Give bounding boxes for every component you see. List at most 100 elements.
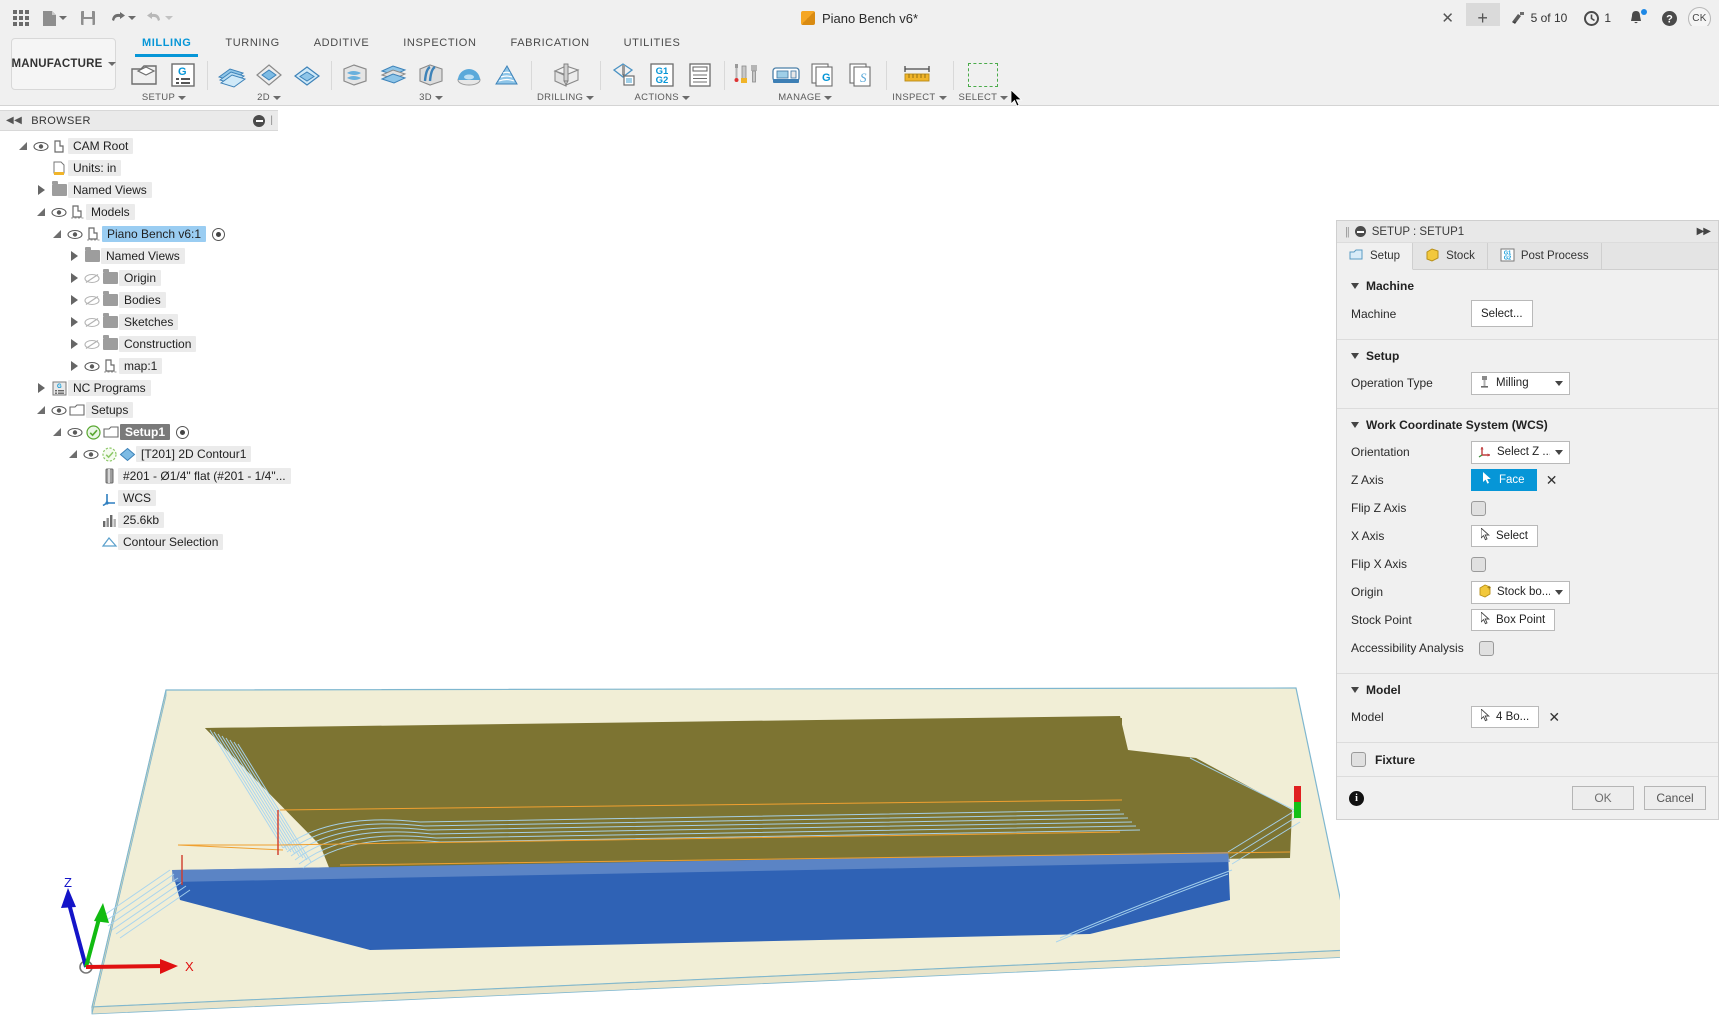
tree-item-size[interactable]: 25.6kb	[0, 509, 278, 531]
panel-label-2d[interactable]: 2D	[257, 92, 281, 103]
machine-library-icon[interactable]	[768, 58, 804, 92]
stock-point-button[interactable]: Box Point	[1471, 609, 1555, 631]
tab-turning[interactable]: TURNING	[208, 32, 296, 54]
tree-label[interactable]: Setups	[86, 402, 133, 418]
twisty-closed-icon[interactable]	[65, 251, 83, 261]
panel-label-drilling[interactable]: DRILLING	[537, 92, 594, 103]
tree-label[interactable]: Piano Bench v6:1	[102, 226, 206, 242]
tree-item-map[interactable]: map:1	[0, 355, 278, 377]
tree-item-named-views[interactable]: Named Views	[0, 179, 278, 201]
tab-utilities[interactable]: UTILITIES	[607, 32, 698, 54]
chevron-down-icon[interactable]	[1351, 687, 1359, 693]
post-library-icon[interactable]: G	[806, 58, 842, 92]
contour-2d-icon[interactable]	[251, 58, 287, 92]
parallel-icon[interactable]	[375, 58, 411, 92]
tree-label[interactable]: Units: in	[68, 160, 121, 176]
visibility-off-icon[interactable]	[83, 295, 101, 306]
twisty-open-icon[interactable]	[32, 208, 50, 216]
chevron-down-icon[interactable]	[435, 96, 443, 100]
drag-grip-icon[interactable]: ||	[1345, 226, 1349, 238]
twisty-open-icon[interactable]	[14, 142, 32, 150]
resize-grip[interactable]: |	[270, 115, 272, 126]
twisty-closed-icon[interactable]	[65, 361, 83, 371]
chevron-down-icon[interactable]	[1351, 422, 1359, 428]
activate-setup-radio[interactable]	[176, 426, 189, 439]
twisty-closed-icon[interactable]	[65, 273, 83, 283]
flip-x-axis-checkbox[interactable]	[1471, 557, 1486, 572]
panel-label-select[interactable]: SELECT	[959, 92, 1009, 103]
chevron-down-icon[interactable]	[1555, 450, 1563, 455]
twisty-open-icon[interactable]	[48, 428, 66, 436]
tab-inspection[interactable]: INSPECTION	[386, 32, 493, 54]
tree-label[interactable]: 25.6kb	[118, 512, 164, 528]
expand-right-icon[interactable]: ▶▶	[1697, 226, 1710, 237]
tree-item-2d-contour1[interactable]: [T201] 2D Contour1	[0, 443, 278, 465]
section-header-machine[interactable]: Machine	[1337, 279, 1718, 299]
face-operation-icon[interactable]	[213, 58, 249, 92]
tree-item-setups[interactable]: Setups	[0, 399, 278, 421]
tree-item-origin[interactable]: Origin	[0, 267, 278, 289]
chevron-down-icon[interactable]	[1555, 381, 1563, 386]
visibility-eye-icon[interactable]	[50, 405, 68, 416]
tree-label[interactable]: WCS	[118, 490, 156, 506]
pocket-2d-icon[interactable]	[289, 58, 325, 92]
chevron-down-icon[interactable]	[824, 96, 832, 100]
chevron-down-icon[interactable]	[273, 96, 281, 100]
chevron-down-icon[interactable]	[1000, 96, 1008, 100]
twisty-closed-icon[interactable]	[65, 295, 83, 305]
post-process-icon[interactable]: G1G2	[644, 58, 680, 92]
tree-label[interactable]: Setup1	[120, 424, 170, 440]
tree-label[interactable]: Construction	[119, 336, 196, 352]
clear-z-axis-icon[interactable]: ✕	[1545, 472, 1559, 489]
twisty-open-icon[interactable]	[64, 450, 82, 458]
visibility-eye-icon[interactable]	[82, 449, 100, 460]
chevron-down-icon[interactable]	[682, 96, 690, 100]
chevron-down-icon[interactable]	[1351, 353, 1359, 359]
simulate-icon[interactable]	[606, 58, 642, 92]
script-library-icon[interactable]: S	[844, 58, 880, 92]
section-header-wcs[interactable]: Work Coordinate System (WCS)	[1337, 418, 1718, 438]
measure-icon[interactable]	[901, 58, 937, 92]
tree-label[interactable]: #201 - Ø1/4" flat (#201 - 1/4"...	[118, 468, 291, 484]
ok-button[interactable]: OK	[1572, 786, 1634, 810]
origin-combo[interactable]: + Stock bo...	[1471, 581, 1570, 604]
tab-additive[interactable]: ADDITIVE	[297, 32, 387, 54]
tab-setup[interactable]: Setup	[1337, 243, 1413, 270]
workspace-switcher[interactable]: MANUFACTURE	[11, 38, 116, 90]
new-nc-program-icon[interactable]: G	[165, 58, 201, 92]
tab-milling[interactable]: MILLING	[125, 32, 208, 54]
tree-item-contour-selection[interactable]: Contour Selection	[0, 531, 278, 553]
panel-label-setup[interactable]: SETUP	[142, 92, 186, 103]
scallop-icon[interactable]	[451, 58, 487, 92]
panel-label-3d[interactable]: 3D	[419, 92, 443, 103]
tree-item-piano-bench[interactable]: Piano Bench v6:1	[0, 223, 278, 245]
twisty-closed-icon[interactable]	[32, 185, 50, 195]
twisty-closed-icon[interactable]	[65, 339, 83, 349]
tree-item-sketches[interactable]: Sketches	[0, 311, 278, 333]
visibility-eye-icon[interactable]	[83, 361, 101, 372]
chevron-down-icon[interactable]	[1555, 590, 1563, 595]
select-marquee-icon[interactable]	[965, 58, 1001, 92]
tool-library-icon[interactable]	[730, 58, 766, 92]
new-setup-icon[interactable]	[127, 58, 163, 92]
dialog-title-bar[interactable]: || SETUP : SETUP1 ▶▶	[1337, 221, 1718, 243]
adaptive-clearing-icon[interactable]	[337, 58, 373, 92]
visibility-off-icon[interactable]	[83, 273, 101, 284]
tree-label[interactable]: NC Programs	[68, 380, 151, 396]
info-icon[interactable]: i	[1349, 791, 1364, 806]
panel-label-actions[interactable]: ACTIONS	[635, 92, 690, 103]
panel-label-inspect[interactable]: INSPECT	[892, 92, 946, 103]
tab-post-process[interactable]: G1G2 Post Process	[1488, 243, 1602, 269]
visibility-eye-icon[interactable]	[32, 141, 50, 152]
tree-label[interactable]: Named Views	[68, 182, 152, 198]
tree-label[interactable]: map:1	[119, 358, 162, 374]
chevron-down-icon[interactable]	[128, 16, 136, 20]
twisty-closed-icon[interactable]	[65, 317, 83, 327]
twisty-closed-icon[interactable]	[32, 383, 50, 393]
tree-item-units[interactable]: Units: in	[0, 157, 278, 179]
tree-item-setup1[interactable]: Setup1	[0, 421, 278, 443]
tab-stock[interactable]: Stock	[1413, 243, 1488, 269]
chevron-down-icon[interactable]	[586, 96, 594, 100]
drill-icon[interactable]	[548, 58, 584, 92]
orientation-combo[interactable]: Select Z ...	[1471, 441, 1570, 464]
